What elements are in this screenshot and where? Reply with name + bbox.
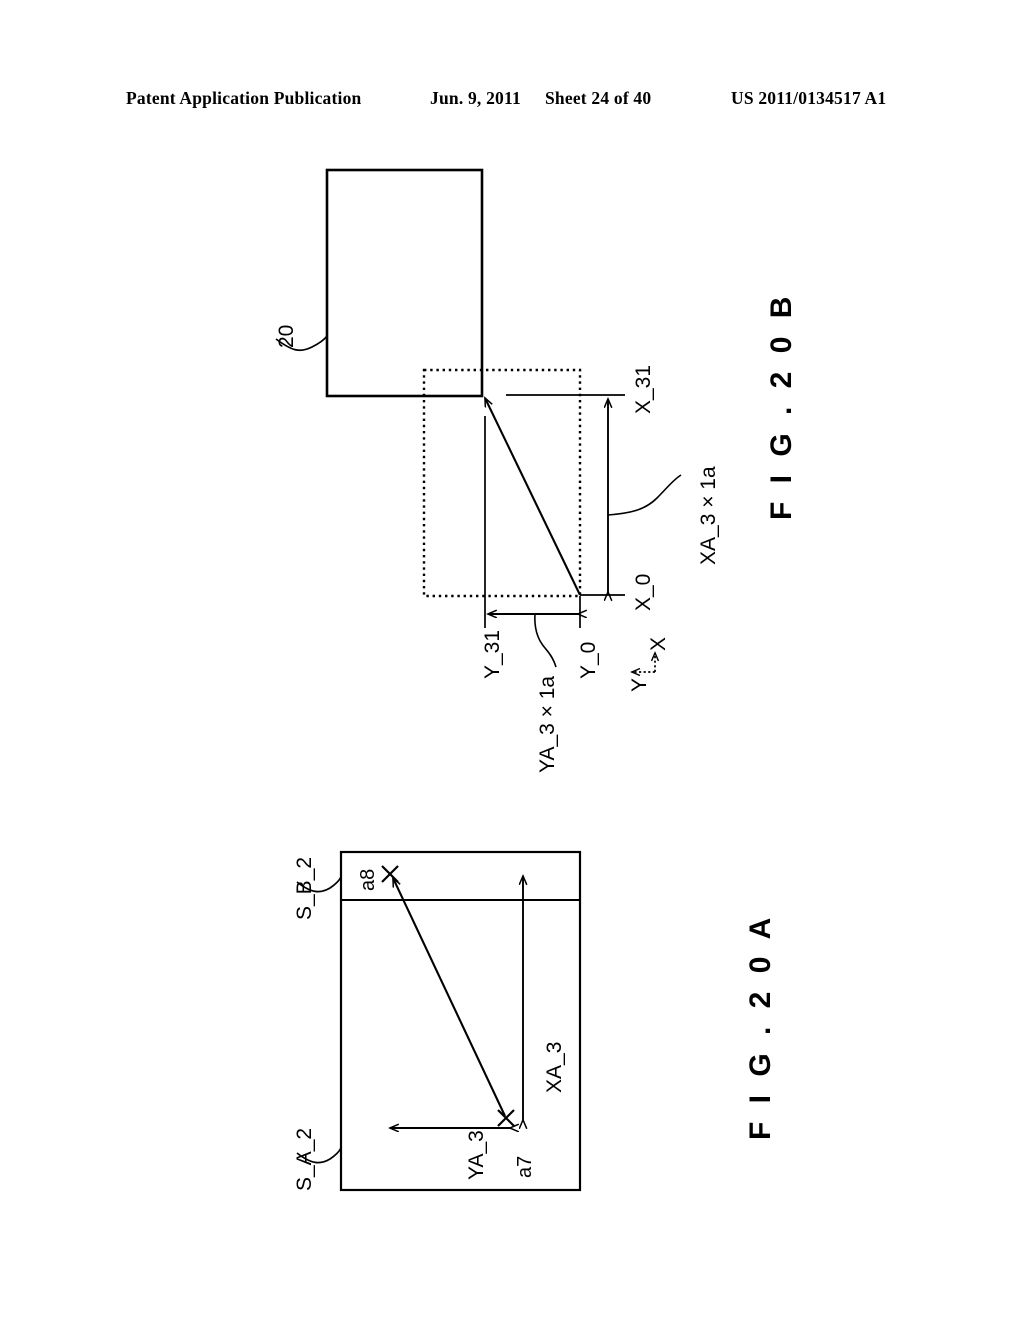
label-axis-y: Y xyxy=(628,677,651,692)
label-ya-3-1a: YA_3 × 1a xyxy=(536,675,559,773)
label-a7: a7 xyxy=(514,1155,536,1178)
figure-caption-20a: F I G . 2 0 A xyxy=(744,912,777,1140)
figure-canvas xyxy=(275,168,682,1192)
label-y-31: Y_31 xyxy=(481,629,504,679)
label-y-0: Y_0 xyxy=(577,641,600,679)
axis-indicator xyxy=(632,653,655,672)
leader-line-xa3-1a xyxy=(607,474,682,516)
label-x-31: X_31 xyxy=(632,364,655,414)
label-ref-20: 20 xyxy=(275,324,298,348)
motion-vector-a7-a8 xyxy=(392,878,506,1117)
label-axis-x: X xyxy=(647,636,670,651)
label-s-b-2: S_B_2 xyxy=(293,856,316,920)
marker-a7-cross xyxy=(497,1109,515,1127)
marker-a8-cross xyxy=(381,865,399,883)
label-a8: a8 xyxy=(357,868,379,891)
figure-20b-drawing xyxy=(275,168,682,672)
label-xa-3: XA_3 xyxy=(543,1041,566,1093)
patent-drawing-page: Patent Application Publication Jun. 9, 2… xyxy=(0,0,1024,1320)
displacement-vector xyxy=(484,398,581,596)
figure-caption-20b: F I G . 2 0 B xyxy=(765,291,798,520)
dotted-rectangle xyxy=(422,368,582,598)
label-xa-3-1a: XA_3 × 1a xyxy=(697,466,720,565)
label-s-a-2: S_A_2 xyxy=(293,1127,316,1191)
figure-20a-drawing xyxy=(296,850,582,1192)
solid-rectangle-20 xyxy=(325,168,484,398)
label-x-0: X_0 xyxy=(632,573,655,611)
label-ya-3: YA_3 xyxy=(465,1130,488,1180)
leader-line-ya3-1a xyxy=(534,613,557,668)
